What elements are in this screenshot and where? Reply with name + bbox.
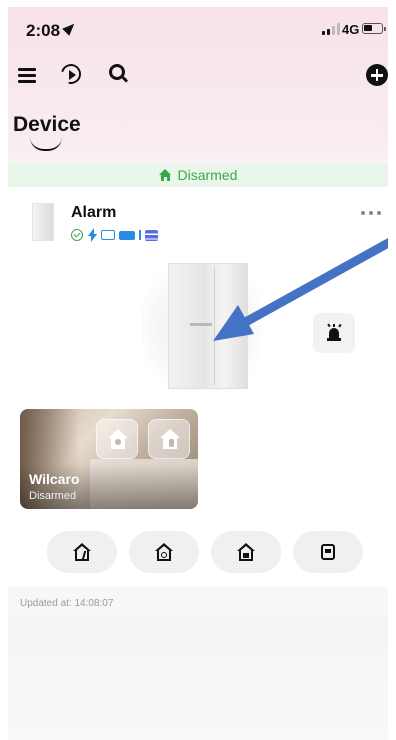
- search-icon[interactable]: [108, 63, 132, 87]
- away-arm-icon: [73, 543, 92, 561]
- away-arm-button[interactable]: [47, 531, 117, 573]
- menu-icon[interactable]: [18, 63, 42, 87]
- device-status-icons: [71, 228, 158, 242]
- area-card[interactable]: Wilcaro Disarmed: [20, 409, 198, 509]
- area-status: Disarmed: [29, 490, 77, 502]
- more-icon[interactable]: [360, 210, 382, 216]
- page-title[interactable]: Device: [13, 113, 81, 137]
- disarm-icon: [237, 543, 255, 561]
- location-icon: [62, 20, 78, 36]
- updated-timestamp: Updated at: 14:08:07: [20, 598, 114, 609]
- add-icon[interactable]: [366, 63, 388, 87]
- status-time: 2:08: [26, 21, 61, 40]
- clear-alarm-button[interactable]: [293, 531, 363, 573]
- device-thumbnail[interactable]: [32, 203, 54, 241]
- away-arm-icon: [160, 429, 180, 449]
- stay-arm-icon: [108, 429, 128, 449]
- playback-icon[interactable]: [57, 60, 85, 88]
- network-type: 4G: [342, 22, 360, 37]
- area-away-arm-button[interactable]: [148, 419, 190, 459]
- network-icon: [101, 230, 115, 240]
- stay-arm-icon: [155, 543, 173, 561]
- tab-indicator: [30, 137, 62, 151]
- status-bar: 2:08 4G: [8, 7, 388, 51]
- area-stay-arm-button[interactable]: [96, 419, 138, 459]
- area-name: Wilcaro: [29, 471, 80, 487]
- battery-level-icon: [119, 230, 135, 240]
- stay-arm-button[interactable]: [129, 531, 199, 573]
- app-screen: 2:08 4G Device Disarmed Alarm Wilcaro Di…: [8, 7, 388, 740]
- home-icon: [158, 169, 172, 181]
- siren-button[interactable]: [313, 313, 355, 353]
- update-info-bar: Updated at: 14:08:07: [8, 587, 388, 617]
- empty-area: [8, 617, 388, 740]
- signal-icon: [322, 23, 344, 35]
- device-name[interactable]: Alarm: [71, 204, 116, 222]
- divider: [139, 230, 141, 240]
- siren-icon: [327, 323, 341, 342]
- clear-alarm-icon: [319, 543, 337, 561]
- system-status-banner: Disarmed: [8, 163, 388, 187]
- storage-icon: [144, 229, 158, 241]
- battery-icon: [362, 23, 386, 34]
- device-product-image[interactable]: [142, 263, 262, 391]
- power-icon: [87, 228, 97, 242]
- disarm-button[interactable]: [211, 531, 281, 573]
- system-status-label: Disarmed: [177, 167, 238, 183]
- online-check-icon: [71, 229, 83, 241]
